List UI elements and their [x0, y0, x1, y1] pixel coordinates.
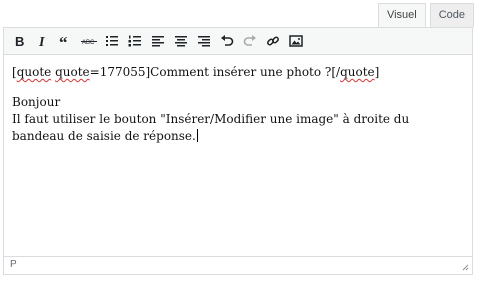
undo-icon — [220, 35, 233, 46]
element-path[interactable]: P — [10, 259, 17, 270]
redo-icon — [243, 35, 256, 46]
bullet-list-button[interactable] — [100, 30, 123, 52]
body-paragraph: Il faut utiliser le bouton "Insérer/Modi… — [12, 112, 410, 143]
align-center-icon — [174, 36, 187, 47]
image-icon — [288, 35, 303, 47]
strikethrough-icon: ABC — [80, 40, 97, 46]
svg-text:“: “ — [59, 34, 68, 48]
spellcheck-word: quote — [340, 65, 375, 79]
bold-button[interactable]: B — [8, 30, 31, 52]
resize-handle-icon[interactable] — [462, 264, 469, 271]
spellcheck-word: quote — [55, 65, 90, 79]
text-caret — [196, 129, 198, 142]
strikethrough-button[interactable]: ABC — [77, 30, 100, 52]
editor-frame: B I “ ABC [quote quote=177055]Comment in… — [3, 27, 473, 275]
quote-line: [quote quote=177055]Comment insérer une … — [12, 65, 380, 79]
numbered-list-icon — [128, 35, 141, 47]
bullet-list-icon — [105, 36, 118, 46]
blockquote-button[interactable]: “ — [54, 30, 77, 52]
svg-text:I: I — [38, 35, 45, 48]
align-center-button[interactable] — [169, 30, 192, 52]
tab-code[interactable]: Code — [429, 3, 474, 27]
insert-image-button[interactable] — [284, 30, 307, 52]
align-right-icon — [197, 36, 210, 47]
editor-content[interactable]: [quote quote=177055]Comment insérer une … — [4, 55, 472, 256]
numbered-list-button[interactable] — [123, 30, 146, 52]
align-right-button[interactable] — [192, 30, 215, 52]
redo-button[interactable] — [238, 30, 261, 52]
tab-visual[interactable]: Visuel — [377, 3, 426, 27]
undo-button[interactable] — [215, 30, 238, 52]
editor-tabs: Visuel Code — [377, 3, 474, 27]
bold-icon: B — [15, 34, 24, 48]
align-left-icon — [151, 36, 164, 47]
greeting-line: Bonjour — [12, 95, 61, 109]
align-left-button[interactable] — [146, 30, 169, 52]
blockquote-icon: “ — [59, 34, 68, 48]
spellcheck-word: quote — [16, 65, 52, 79]
link-icon — [266, 36, 279, 46]
italic-icon: I — [38, 35, 45, 48]
status-bar: P — [4, 256, 472, 274]
svg-text:B: B — [15, 34, 24, 48]
formatting-toolbar: B I “ ABC — [4, 28, 472, 55]
insert-link-button[interactable] — [261, 30, 284, 52]
italic-button[interactable]: I — [31, 30, 54, 52]
svg-text:ABC: ABC — [82, 40, 95, 46]
